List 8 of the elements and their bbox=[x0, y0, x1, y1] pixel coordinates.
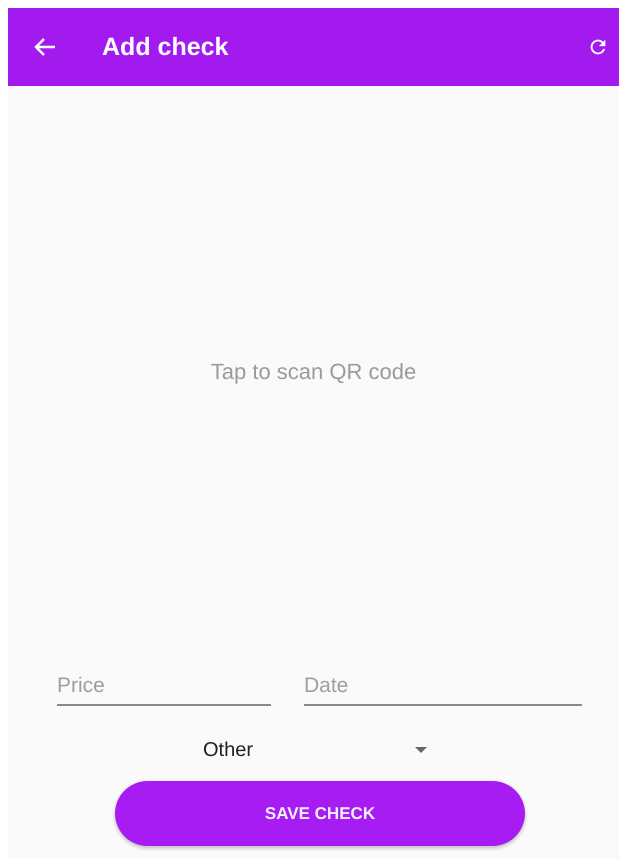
input-field[interactable]: Date bbox=[304, 670, 582, 706]
save-button[interactable]: SAVE CHECK bbox=[115, 781, 525, 846]
category-dropdown[interactable]: Other bbox=[195, 730, 435, 770]
dropdown-caret-icon bbox=[415, 747, 427, 753]
screen-title: Add check bbox=[102, 32, 230, 62]
input-field[interactable]: Price bbox=[57, 670, 271, 706]
back-arrow-icon[interactable] bbox=[34, 37, 56, 57]
scan-prompt[interactable]: Tap to scan QR code bbox=[210, 359, 416, 385]
